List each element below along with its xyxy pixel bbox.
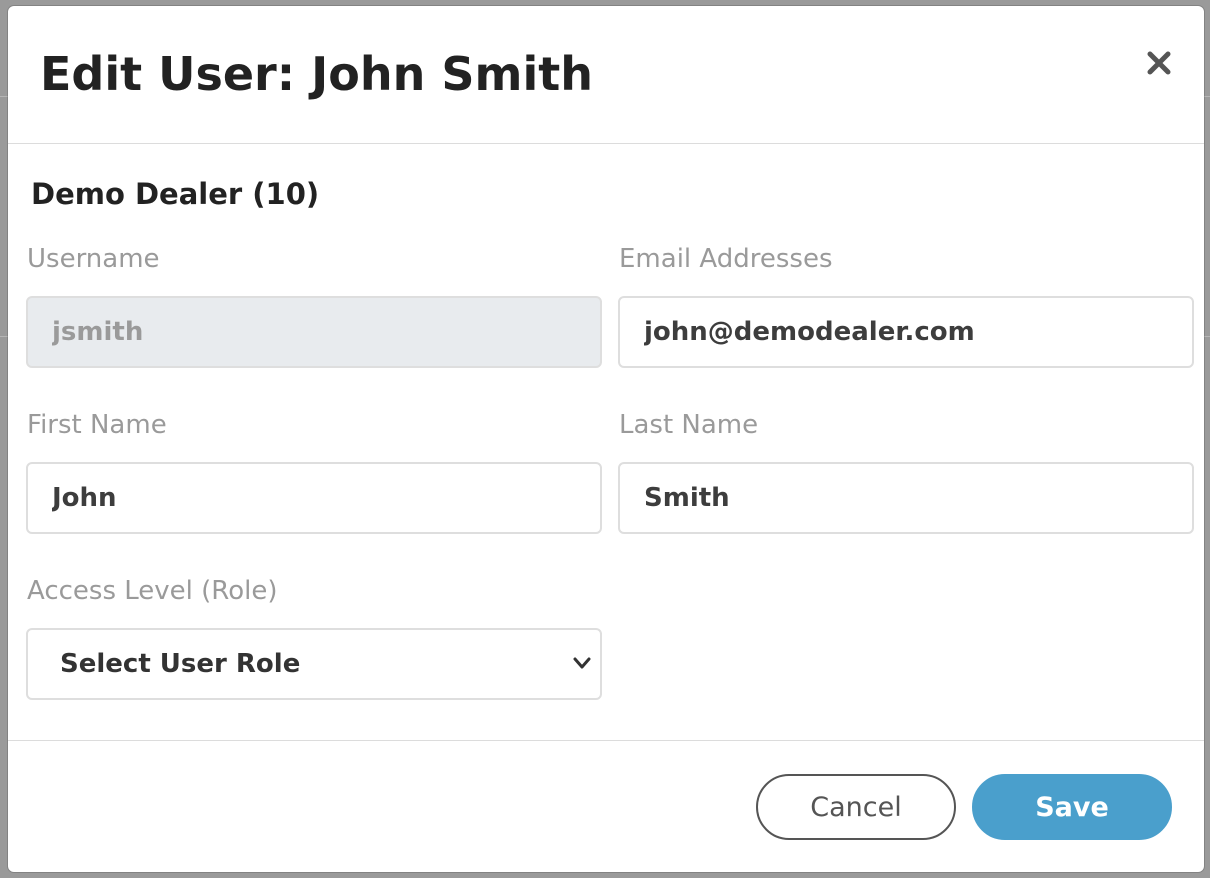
role-select[interactable]: Select User Role xyxy=(26,628,602,700)
email-label: Email Addresses xyxy=(619,244,833,274)
last-name-label: Last Name xyxy=(619,410,759,440)
role-label: Access Level (Role) xyxy=(27,576,278,606)
chevron-down-icon xyxy=(573,657,591,669)
edit-user-modal: Edit User: John Smith Demo Dealer (10) U… xyxy=(8,6,1204,872)
username-label: Username xyxy=(27,244,160,274)
first-name-field[interactable] xyxy=(26,462,602,534)
email-field[interactable] xyxy=(618,296,1194,368)
save-button[interactable]: Save xyxy=(972,774,1172,840)
first-name-label: First Name xyxy=(27,410,167,440)
close-button[interactable] xyxy=(1142,46,1176,80)
cancel-button[interactable]: Cancel xyxy=(756,774,956,840)
last-name-field[interactable] xyxy=(618,462,1194,534)
dealer-section-title: Demo Dealer (10) xyxy=(31,177,320,211)
modal-header: Edit User: John Smith xyxy=(8,6,1204,144)
modal-title: Edit User: John Smith xyxy=(40,47,593,101)
role-select-value: Select User Role xyxy=(60,649,301,679)
username-field xyxy=(26,296,602,368)
close-icon xyxy=(1147,51,1171,75)
footer-divider xyxy=(8,740,1204,741)
